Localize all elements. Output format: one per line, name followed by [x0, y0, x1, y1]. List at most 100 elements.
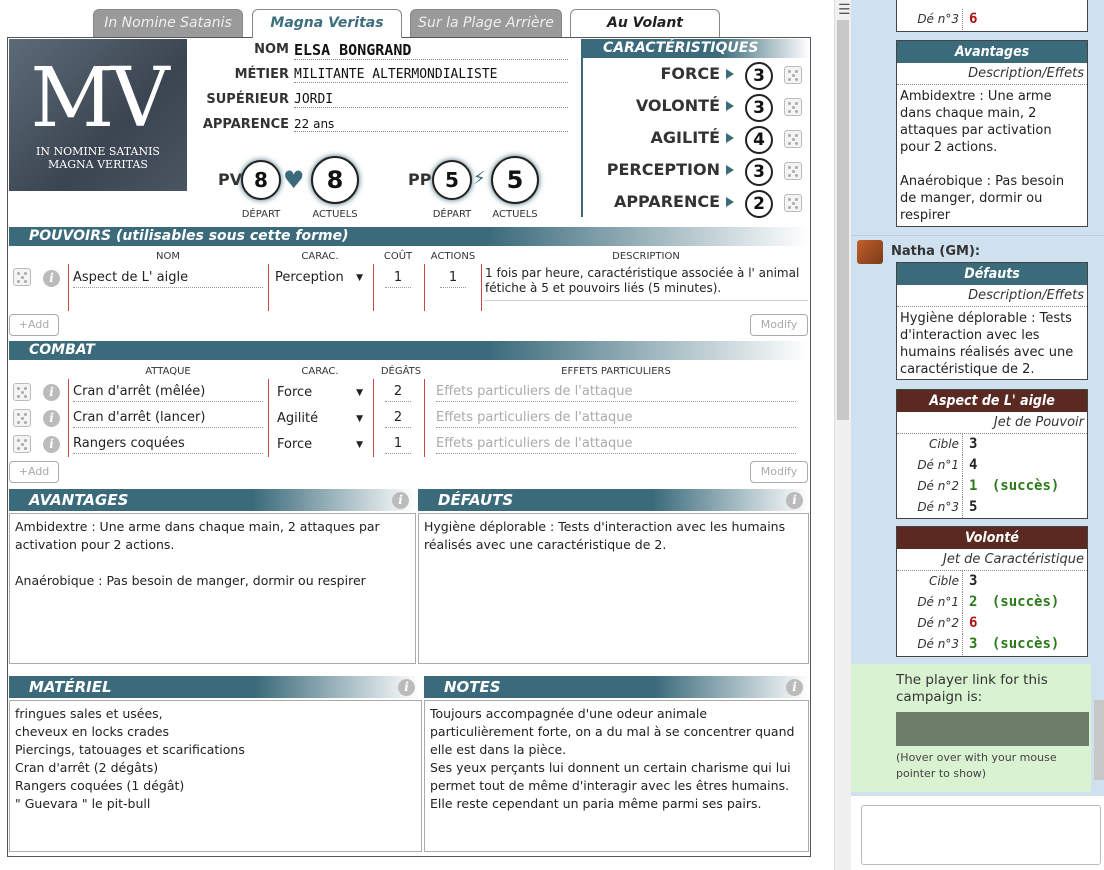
attaque-effets-input[interactable]: Effets particuliers de l'attaque — [436, 435, 796, 454]
roll-key: Cible — [897, 571, 963, 592]
carac-value[interactable]: 4 — [745, 126, 773, 154]
dice-icon[interactable] — [784, 162, 802, 180]
dice-icon[interactable] — [784, 98, 802, 116]
carac-value[interactable]: 3 — [745, 62, 773, 90]
row-divider — [68, 264, 69, 311]
arrow-right-icon[interactable] — [726, 197, 734, 207]
materiel-textarea[interactable]: fringues sales et usées, cheveux en lock… — [9, 700, 422, 852]
roll-value: 3 — [969, 573, 978, 589]
metier-field[interactable]: MILITANTE ALTERMONDIALISTE — [294, 67, 568, 83]
attaque-effets-input[interactable]: Effets particuliers de l'attaque — [436, 409, 796, 428]
tab-au-volant[interactable]: Au Volant — [570, 9, 720, 37]
tab-magna-veritas[interactable]: Magna Veritas — [252, 9, 402, 38]
dice-icon[interactable] — [13, 383, 31, 401]
roll-row: Dé n°1 2 (succès) — [897, 592, 1087, 613]
tab-in-nomine-satanis[interactable]: In Nomine Satanis — [93, 9, 243, 37]
player-link-hidden[interactable] — [896, 712, 1089, 746]
roll-row: Dé n°1 4 — [897, 455, 1087, 476]
carac-label: FORCE — [660, 64, 720, 83]
row-divider — [424, 264, 425, 311]
combat-modify-button[interactable]: Modify — [750, 461, 808, 483]
tab-plage-arriere[interactable]: Sur la Plage Arrière — [410, 9, 562, 37]
carac-value[interactable]: 3 — [745, 94, 773, 122]
pouvoir-cout[interactable]: 1 — [385, 269, 411, 288]
dice-icon[interactable] — [13, 268, 31, 286]
scrollbar-thumb[interactable] — [837, 20, 849, 420]
pv-actuels[interactable]: 8 — [311, 156, 359, 204]
info-icon[interactable]: i — [786, 492, 803, 509]
info-icon[interactable]: i — [392, 492, 409, 509]
arrow-right-icon[interactable] — [726, 133, 734, 143]
attaque-nom[interactable]: Rangers coquées — [73, 435, 263, 454]
info-icon[interactable]: i — [398, 679, 415, 696]
info-icon[interactable]: i — [43, 436, 60, 453]
card-subtitle: Description/Effets — [897, 63, 1087, 85]
avatar — [857, 240, 883, 264]
defauts-textarea[interactable]: Hygiène déplorable : Tests d'interaction… — [418, 513, 809, 664]
carac-label: AGILITÉ — [650, 128, 720, 147]
pouvoirs-modify-button[interactable]: Modify — [750, 314, 808, 336]
roll-key: Dé n°2 — [897, 613, 963, 634]
combat-add-button[interactable]: +Add — [9, 461, 59, 483]
chevron-down-icon: ▼ — [356, 388, 363, 398]
row-divider — [268, 431, 269, 457]
roll-value: 2 (succès) — [969, 594, 1060, 610]
chat-input[interactable] — [861, 805, 1101, 865]
roll-key: Dé n°2 — [897, 476, 963, 497]
attaque-degats[interactable]: 1 — [385, 435, 411, 454]
pouvoir-description[interactable]: 1 fois par heure, caractéristique associ… — [485, 266, 808, 301]
menu-icon[interactable]: ☰ — [838, 2, 851, 18]
pouvoir-carac-select[interactable]: Perception ▼ — [275, 269, 367, 287]
attaque-degats[interactable]: 2 — [385, 383, 411, 402]
sender-name: Natha (GM): — [891, 244, 981, 259]
card-title: Aspect de L' aigle — [897, 390, 1087, 412]
defauts-card: Défauts Description/Effets Hygiène déplo… — [896, 262, 1088, 380]
notes-textarea[interactable]: Toujours accompagnée d'une odeur animale… — [424, 700, 809, 852]
attaque-carac-value: Agilité — [277, 411, 319, 426]
attaque-carac-select[interactable]: Force ▼ — [277, 384, 367, 402]
card-body: Ambidextre : Une arme dans chaque main, … — [900, 89, 1065, 223]
carac-value[interactable]: 3 — [745, 158, 773, 186]
info-icon[interactable]: i — [786, 679, 803, 696]
attaque-effets-input[interactable]: Effets particuliers de l'attaque — [436, 383, 796, 402]
roll-value: 6 — [969, 11, 978, 27]
pouvoir-actions[interactable]: 1 — [440, 269, 466, 288]
dice-icon[interactable] — [13, 409, 31, 427]
superieur-field[interactable]: JORDI — [294, 92, 568, 108]
dice-icon[interactable] — [784, 194, 802, 212]
avantages-textarea[interactable]: Ambidextre : Une arme dans chaque main, … — [9, 513, 416, 664]
attaque-carac-select[interactable]: Agilité ▼ — [277, 410, 367, 428]
pouvoir-nom[interactable]: Aspect de L' aigle — [73, 269, 263, 288]
arrow-right-icon[interactable] — [726, 69, 734, 79]
card-body: Hygiène déplorable : Tests d'interaction… — [900, 311, 1074, 377]
pp-depart[interactable]: 5 — [432, 160, 472, 200]
pp-depart-label: DÉPART — [432, 209, 472, 220]
pouvoirs-add-button[interactable]: +Add — [9, 314, 59, 336]
pouvoirs-header: POUVOIRS (utilisables sous cette forme) — [9, 227, 809, 246]
chevron-down-icon: ▼ — [356, 440, 363, 450]
dice-icon[interactable] — [784, 66, 802, 84]
info-icon[interactable]: i — [43, 410, 60, 427]
roll-value: 6 — [969, 615, 978, 631]
apparence-field[interactable]: 22 ans — [294, 117, 568, 132]
dice-icon[interactable] — [13, 435, 31, 453]
roll-status: (succès) — [991, 478, 1060, 494]
attaque-degats[interactable]: 2 — [385, 409, 411, 428]
arrow-right-icon[interactable] — [726, 101, 734, 111]
attaque-nom[interactable]: Cran d'arrêt (mêlée) — [73, 383, 263, 402]
info-icon[interactable]: i — [43, 270, 60, 287]
attaque-nom[interactable]: Cran d'arrêt (lancer) — [73, 409, 263, 428]
attaque-carac-select[interactable]: Force ▼ — [277, 436, 367, 454]
row-divider — [68, 431, 69, 457]
nom-field[interactable]: ELSA BONGRAND — [294, 41, 568, 60]
arrow-right-icon[interactable] — [726, 165, 734, 175]
roll-row: Dé n°2 1 (succès) — [897, 476, 1087, 497]
info-icon[interactable]: i — [43, 384, 60, 401]
sheet-scrollbar[interactable] — [834, 0, 851, 870]
pp-actuels[interactable]: 5 — [491, 156, 539, 204]
player-link-text: The player link for this campaign is: — [896, 672, 1048, 705]
carac-value[interactable]: 2 — [745, 190, 773, 218]
pv-depart[interactable]: 8 — [241, 160, 281, 200]
dice-icon[interactable] — [784, 130, 802, 148]
chat-scrollbar-thumb[interactable] — [1094, 700, 1104, 780]
